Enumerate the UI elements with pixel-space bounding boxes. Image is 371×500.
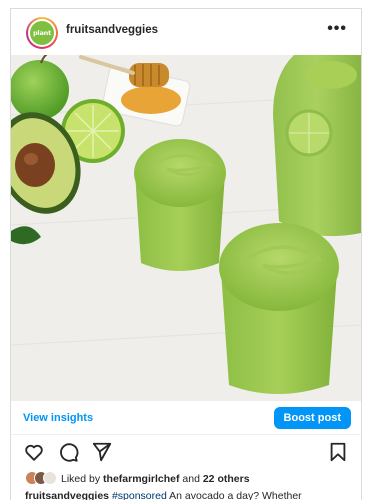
likes-text: Liked by thefarmgirlchef and 22 others	[61, 473, 250, 485]
insights-bar: View insights Boost post	[11, 401, 361, 435]
post-header: plant fruitsandveggies •••	[11, 9, 361, 55]
post-image[interactable]	[11, 55, 361, 401]
comment-icon[interactable]	[57, 441, 79, 463]
post-actions	[11, 441, 361, 465]
view-insights-link[interactable]: View insights	[23, 412, 93, 424]
liker-username[interactable]: thefarmgirlchef	[103, 473, 179, 485]
avatar-logo: plant	[30, 21, 54, 45]
post-caption: fruitsandveggies #sponsored An avocado a…	[25, 490, 355, 500]
more-icon[interactable]: •••	[327, 21, 347, 37]
post-username[interactable]: fruitsandveggies	[66, 24, 158, 36]
hashtag-link[interactable]: #sponsored	[112, 490, 167, 500]
liker-avatars[interactable]	[25, 471, 57, 487]
share-icon[interactable]	[91, 441, 113, 463]
heart-icon[interactable]	[23, 441, 45, 463]
likes-row: Liked by thefarmgirlchef and 22 others	[25, 471, 355, 487]
avatar[interactable]: plant	[26, 17, 58, 49]
caption-text: An avocado a day? Whether	[169, 490, 302, 500]
likes-others-link[interactable]: 22 others	[203, 473, 250, 485]
bookmark-icon[interactable]	[327, 441, 349, 463]
avatar	[43, 471, 57, 485]
boost-post-button[interactable]: Boost post	[273, 407, 351, 429]
caption-username[interactable]: fruitsandveggies	[25, 490, 109, 500]
post-card: plant fruitsandveggies ••• View insights…	[10, 8, 362, 500]
